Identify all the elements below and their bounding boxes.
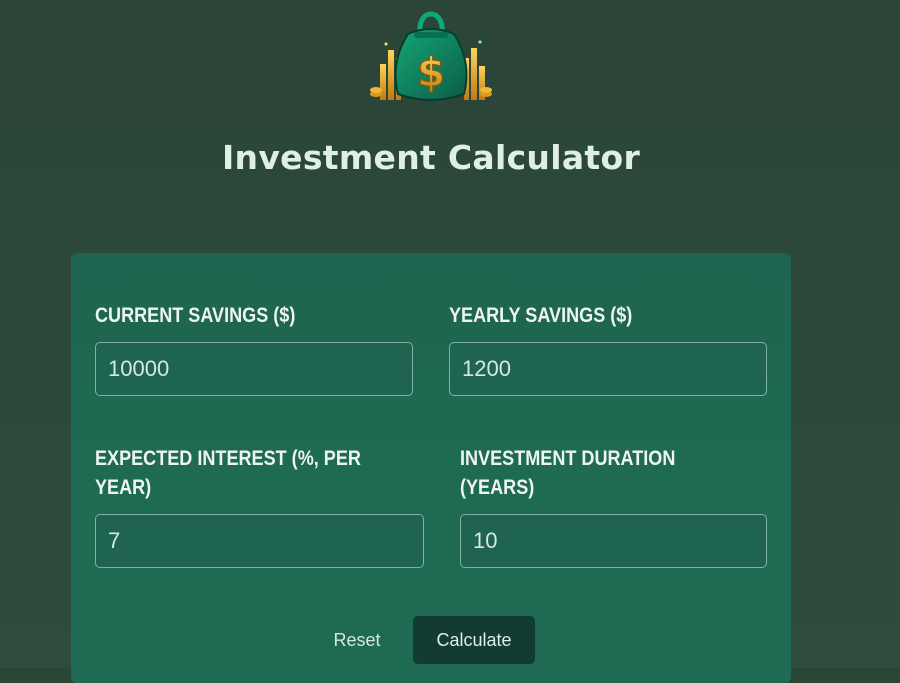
money-bag-icon: $ [370, 11, 492, 101]
calculator-form: CURRENT SAVINGS ($) YEARLY SAVINGS ($) E… [71, 253, 791, 683]
investment-duration-label: INVESTMENT DURATION (YEARS) [460, 447, 676, 499]
reset-button[interactable]: Reset [322, 623, 392, 657]
current-savings-field: CURRENT SAVINGS ($) [95, 301, 413, 397]
svg-text:$: $ [417, 50, 445, 96]
yearly-savings-input[interactable] [449, 342, 767, 396]
expected-interest-label: EXPECTED INTEREST (%, PER YEAR) [95, 447, 361, 499]
expected-interest-input[interactable] [95, 514, 424, 568]
current-savings-input[interactable] [95, 342, 413, 396]
current-savings-label: CURRENT SAVINGS ($) [95, 304, 296, 327]
calculate-button[interactable]: Calculate [413, 616, 535, 664]
page-title: Investment Calculator [221, 138, 641, 177]
expected-interest-field: EXPECTED INTEREST (%, PER YEAR) [95, 444, 424, 568]
yearly-savings-label: YEARLY SAVINGS ($) [449, 304, 633, 327]
investment-duration-input[interactable] [460, 514, 767, 568]
yearly-savings-field: YEARLY SAVINGS ($) [449, 301, 767, 397]
investment-duration-field: INVESTMENT DURATION (YEARS) [460, 444, 767, 568]
